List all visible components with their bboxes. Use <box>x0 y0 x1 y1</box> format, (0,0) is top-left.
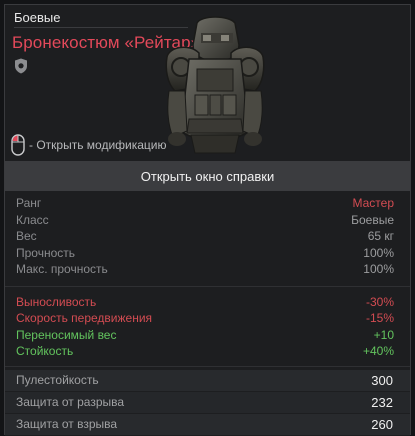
modifier-row-carry-weight: Переносимый вес +10 <box>5 327 410 344</box>
divider <box>5 285 410 287</box>
open-help-button[interactable]: Открыть окно справки <box>5 161 410 191</box>
modifier-value: -15% <box>365 311 394 325</box>
mouse-left-click-icon <box>11 134 25 156</box>
modifier-value: -30% <box>365 294 394 309</box>
modification-hint-label: - Открыть модификацию <box>29 138 167 152</box>
modifier-label: Стойкость <box>16 344 74 358</box>
item-tooltip: Боевые Бронекостюм «Рейтар» - Открыть мо… <box>4 4 411 436</box>
stat-label: Ранг <box>16 196 42 210</box>
protection-value: 232 <box>371 394 393 410</box>
shield-icon <box>15 58 27 74</box>
stats-panel: Ранг Мастер Класс Боевые Вес 65 кг Прочн… <box>5 195 410 436</box>
divider <box>5 365 410 367</box>
modification-hint: - Открыть модификацию <box>11 133 167 157</box>
protection-row-explosion: Защита от взрыва 260 <box>5 413 410 436</box>
modifiers-list: Выносливость -30% Скорость передвижения … <box>5 294 410 360</box>
protection-label: Пулестойкость <box>16 372 99 387</box>
armor-suit-image <box>165 16 265 154</box>
stat-row-class: Класс Боевые <box>5 212 410 229</box>
protection-label: Защита от взрыва <box>16 416 118 431</box>
modifier-value: +40% <box>362 344 394 358</box>
protection-label: Защита от разрыва <box>16 394 125 409</box>
stat-row-max-durability: Макс. прочность 100% <box>5 261 410 278</box>
stat-label: Прочность <box>16 245 76 260</box>
item-header: Боевые Бронекостюм «Рейтар» - Открыть мо… <box>5 5 410 157</box>
stat-row-rank: Ранг Мастер <box>5 195 410 212</box>
stat-label: Макс. прочность <box>16 262 108 276</box>
stat-value: 100% <box>363 262 394 276</box>
modifier-row-speed: Скорость передвижения -15% <box>5 310 410 327</box>
stat-row-weight: Вес 65 кг <box>5 228 410 245</box>
stat-row-durability: Прочность 100% <box>5 245 410 262</box>
stat-value: Мастер <box>352 196 394 210</box>
protection-value: 260 <box>371 416 393 432</box>
stat-value: Боевые <box>351 212 394 227</box>
modifier-label: Скорость передвижения <box>16 311 153 325</box>
modifier-label: Переносимый вес <box>16 327 117 342</box>
modifier-value: +10 <box>373 327 394 342</box>
stat-label: Вес <box>16 229 37 243</box>
modifier-row-resilience: Стойкость +40% <box>5 343 410 360</box>
info-list: Ранг Мастер Класс Боевые Вес 65 кг Прочн… <box>5 195 410 278</box>
modifier-row-stamina: Выносливость -30% <box>5 294 410 311</box>
stat-value: 100% <box>363 245 394 260</box>
stat-value: 65 кг <box>367 229 394 243</box>
protection-value: 300 <box>371 372 393 388</box>
modifier-label: Выносливость <box>16 294 97 309</box>
protection-row-rupture: Защита от разрыва 232 <box>5 391 410 414</box>
protection-list: Пулестойкость 300 Защита от разрыва 232 … <box>5 369 410 436</box>
stat-label: Класс <box>16 212 49 227</box>
protection-row-bullet: Пулестойкость 300 <box>5 369 410 392</box>
